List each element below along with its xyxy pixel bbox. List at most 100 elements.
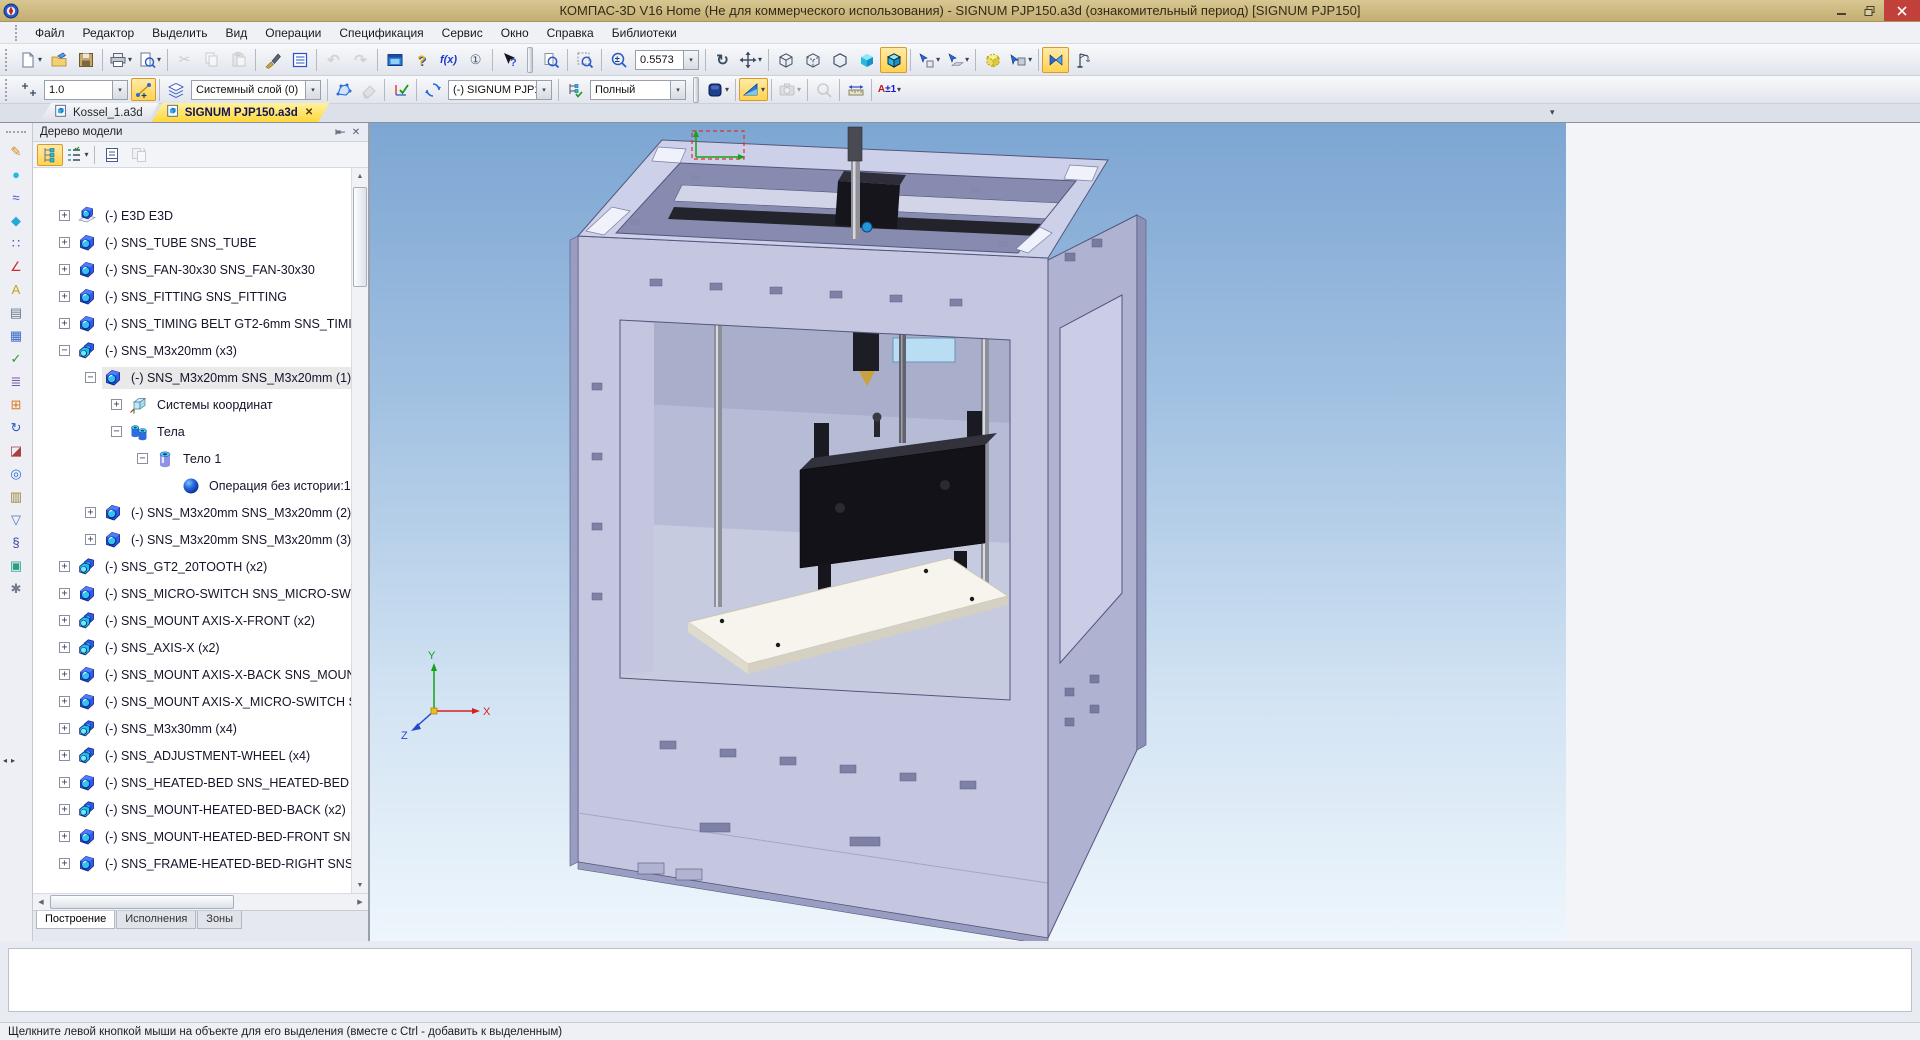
menu-item-7[interactable]: Окно xyxy=(492,23,538,43)
expand-icon[interactable]: + xyxy=(85,507,96,518)
new-window-button[interactable] xyxy=(381,47,408,73)
auxiliary-geometry-button[interactable]: ∠ xyxy=(2,255,30,278)
expand-icon[interactable]: + xyxy=(59,777,70,788)
simplified-display-button[interactable] xyxy=(979,47,1006,73)
collapse-icon[interactable]: − xyxy=(137,453,148,464)
tab-close-icon[interactable]: ✕ xyxy=(305,107,313,118)
zoom-selected-button[interactable] xyxy=(537,47,564,73)
save-document-button[interactable] xyxy=(72,47,99,73)
detail-level-combo-chevron-icon[interactable]: ▾ xyxy=(670,81,685,99)
additional-window-button[interactable] xyxy=(99,144,125,166)
toolbar-grip[interactable] xyxy=(5,79,12,101)
tree-item[interactable]: +(-) SNS_M3x20mm SNS_M3x20mm (2) xyxy=(33,499,351,526)
current-model-combo[interactable]: (-) SIGNUM PJP150 S▾ xyxy=(448,80,552,100)
new-document-button[interactable]: ▾ xyxy=(16,47,45,73)
dropdown-chevron-icon[interactable]: ▾ xyxy=(157,56,161,64)
compact-panel-grip[interactable] xyxy=(6,131,26,136)
menu-item-2[interactable]: Выделить xyxy=(143,23,216,43)
variables-button[interactable]: f(x) xyxy=(435,47,462,73)
tree-item[interactable]: +(-) SNS_TUBE SNS_TUBE xyxy=(33,229,351,256)
orientation-plane-button[interactable]: ▾ xyxy=(943,47,972,73)
restore-button[interactable] xyxy=(1856,0,1884,21)
tree-item[interactable]: Операция без истории:1 xyxy=(33,472,351,499)
sheet-button[interactable]: ▤ xyxy=(2,301,30,324)
compact-scroll-right-icon[interactable]: ▸ xyxy=(11,756,15,765)
minimize-button[interactable] xyxy=(1828,0,1856,21)
current-scale-combo[interactable]: 0.5573▾ xyxy=(635,50,699,70)
rotate-view-button[interactable]: ↻ xyxy=(709,47,736,73)
hidden-lines-removed-button[interactable] xyxy=(826,47,853,73)
filters-button[interactable]: ▽ xyxy=(2,508,30,531)
tree-item[interactable]: −Тело 1 xyxy=(33,445,351,472)
scroll-left-icon[interactable]: ◀ xyxy=(33,894,49,910)
current-layer-combo[interactable]: Системный слой (0)▾ xyxy=(191,80,321,100)
library-manager-button[interactable] xyxy=(1069,47,1096,73)
snap-toggle-button[interactable] xyxy=(131,78,156,101)
menu-item-6[interactable]: Сервис xyxy=(433,23,492,43)
measure-button[interactable] xyxy=(843,78,868,101)
expand-icon[interactable]: + xyxy=(59,831,70,842)
rotate-body-button[interactable]: ↻ xyxy=(2,416,30,439)
vertical-scroll-thumb[interactable] xyxy=(353,187,367,287)
toolbar-grip[interactable] xyxy=(5,49,12,71)
dropdown-chevron-icon[interactable]: ▾ xyxy=(1028,56,1032,64)
tree-item[interactable]: +(-) SNS_MICRO-SWITCH SNS_MICRO-SWITCH xyxy=(33,580,351,607)
expand-icon[interactable]: + xyxy=(59,642,70,653)
wireframe-display-button[interactable] xyxy=(772,47,799,73)
tree-tab-0[interactable]: Построение xyxy=(36,911,115,929)
scroll-right-icon[interactable]: ▶ xyxy=(352,894,368,910)
tree-vertical-scrollbar[interactable]: ▲ ▼ xyxy=(351,168,368,893)
arrays-button[interactable]: ∷ xyxy=(2,232,30,255)
expand-icon[interactable]: + xyxy=(59,318,70,329)
menu-item-4[interactable]: Операции xyxy=(256,23,330,43)
dropdown-chevron-icon[interactable]: ▾ xyxy=(897,86,901,94)
menu-item-0[interactable]: Файл xyxy=(26,23,74,43)
annotations-button[interactable]: A xyxy=(2,278,30,301)
surfaces-button[interactable]: ◆ xyxy=(2,209,30,232)
tree-horizontal-scrollbar[interactable]: ◀ ▶ xyxy=(33,893,368,910)
current-layer-combo-chevron-icon[interactable]: ▾ xyxy=(305,81,320,99)
tree-item[interactable]: +(-) SNS_ADJUSTMENT-WHEEL (x4) xyxy=(33,742,351,769)
scroll-up-icon[interactable]: ▲ xyxy=(352,168,368,184)
sheet-metal-button[interactable]: ▦ xyxy=(2,324,30,347)
collapse-icon[interactable]: − xyxy=(59,345,70,356)
tree-item[interactable]: +(-) E3D E3D xyxy=(33,202,351,229)
horizontal-scroll-thumb[interactable] xyxy=(50,895,234,909)
dropdown-chevron-icon[interactable]: ▾ xyxy=(38,56,42,64)
document-tab-0[interactable]: Kossel_1.a3d xyxy=(40,103,159,122)
rebuild-model-button[interactable] xyxy=(420,78,445,101)
tree-tab-2[interactable]: Зоны xyxy=(197,911,242,929)
3d-viewport[interactable]: Y X Z xyxy=(370,123,1566,941)
hidden-lines-thin-button[interactable] xyxy=(799,47,826,73)
dropdown-chevron-icon[interactable]: ▾ xyxy=(758,56,762,64)
precision-combo[interactable]: 1.0▾ xyxy=(44,80,128,100)
tree-composition-button[interactable]: ▾ xyxy=(64,144,90,166)
menu-item-8[interactable]: Справка xyxy=(538,23,603,43)
dropdown-chevron-icon[interactable]: ▾ xyxy=(128,56,132,64)
move-view-button[interactable]: ▾ xyxy=(736,47,765,73)
spatial-curves-button[interactable]: ● xyxy=(2,163,30,186)
specification-button[interactable] xyxy=(286,47,313,73)
reports-button[interactable]: ≣ xyxy=(2,370,30,393)
tree-item[interactable]: +(-) SNS_HEATED-BED SNS_HEATED-BED xyxy=(33,769,351,796)
dropdown-chevron-icon[interactable]: ▾ xyxy=(761,86,765,94)
pin-icon[interactable] xyxy=(332,125,348,140)
menu-grip[interactable] xyxy=(15,25,22,41)
tree-structure-button[interactable] xyxy=(37,144,63,166)
library-tool-button[interactable]: ▥ xyxy=(2,485,30,508)
check-geometry-button[interactable]: ✓ xyxy=(2,347,30,370)
expand-icon[interactable]: + xyxy=(59,669,70,680)
collapse-icon[interactable]: − xyxy=(85,372,96,383)
dropdown-chevron-icon[interactable]: ▾ xyxy=(725,86,729,94)
tree-item[interactable]: +(-) SNS_MOUNT-HEATED-BED-FRONT SNS_MOUN… xyxy=(33,823,351,850)
tree-item[interactable]: +(-) SNS_MOUNT-HEATED-BED-BACK (x2) xyxy=(33,796,351,823)
shaded-with-edges-button[interactable] xyxy=(880,47,907,73)
scroll-down-icon[interactable]: ▼ xyxy=(352,877,368,893)
what-is-this-button[interactable]: ? xyxy=(496,47,523,73)
edit-part-button[interactable]: ✎ xyxy=(2,140,30,163)
expand-icon[interactable]: + xyxy=(59,561,70,572)
tree-item[interactable]: +(-) SNS_TIMING BELT GT2-6mm SNS_TIMING … xyxy=(33,310,351,337)
print-button[interactable]: ▾ xyxy=(106,47,135,73)
tree-item[interactable]: −(-) SNS_M3x20mm (x3) xyxy=(33,337,351,364)
current-scale-combo-chevron-icon[interactable]: ▾ xyxy=(683,51,698,69)
